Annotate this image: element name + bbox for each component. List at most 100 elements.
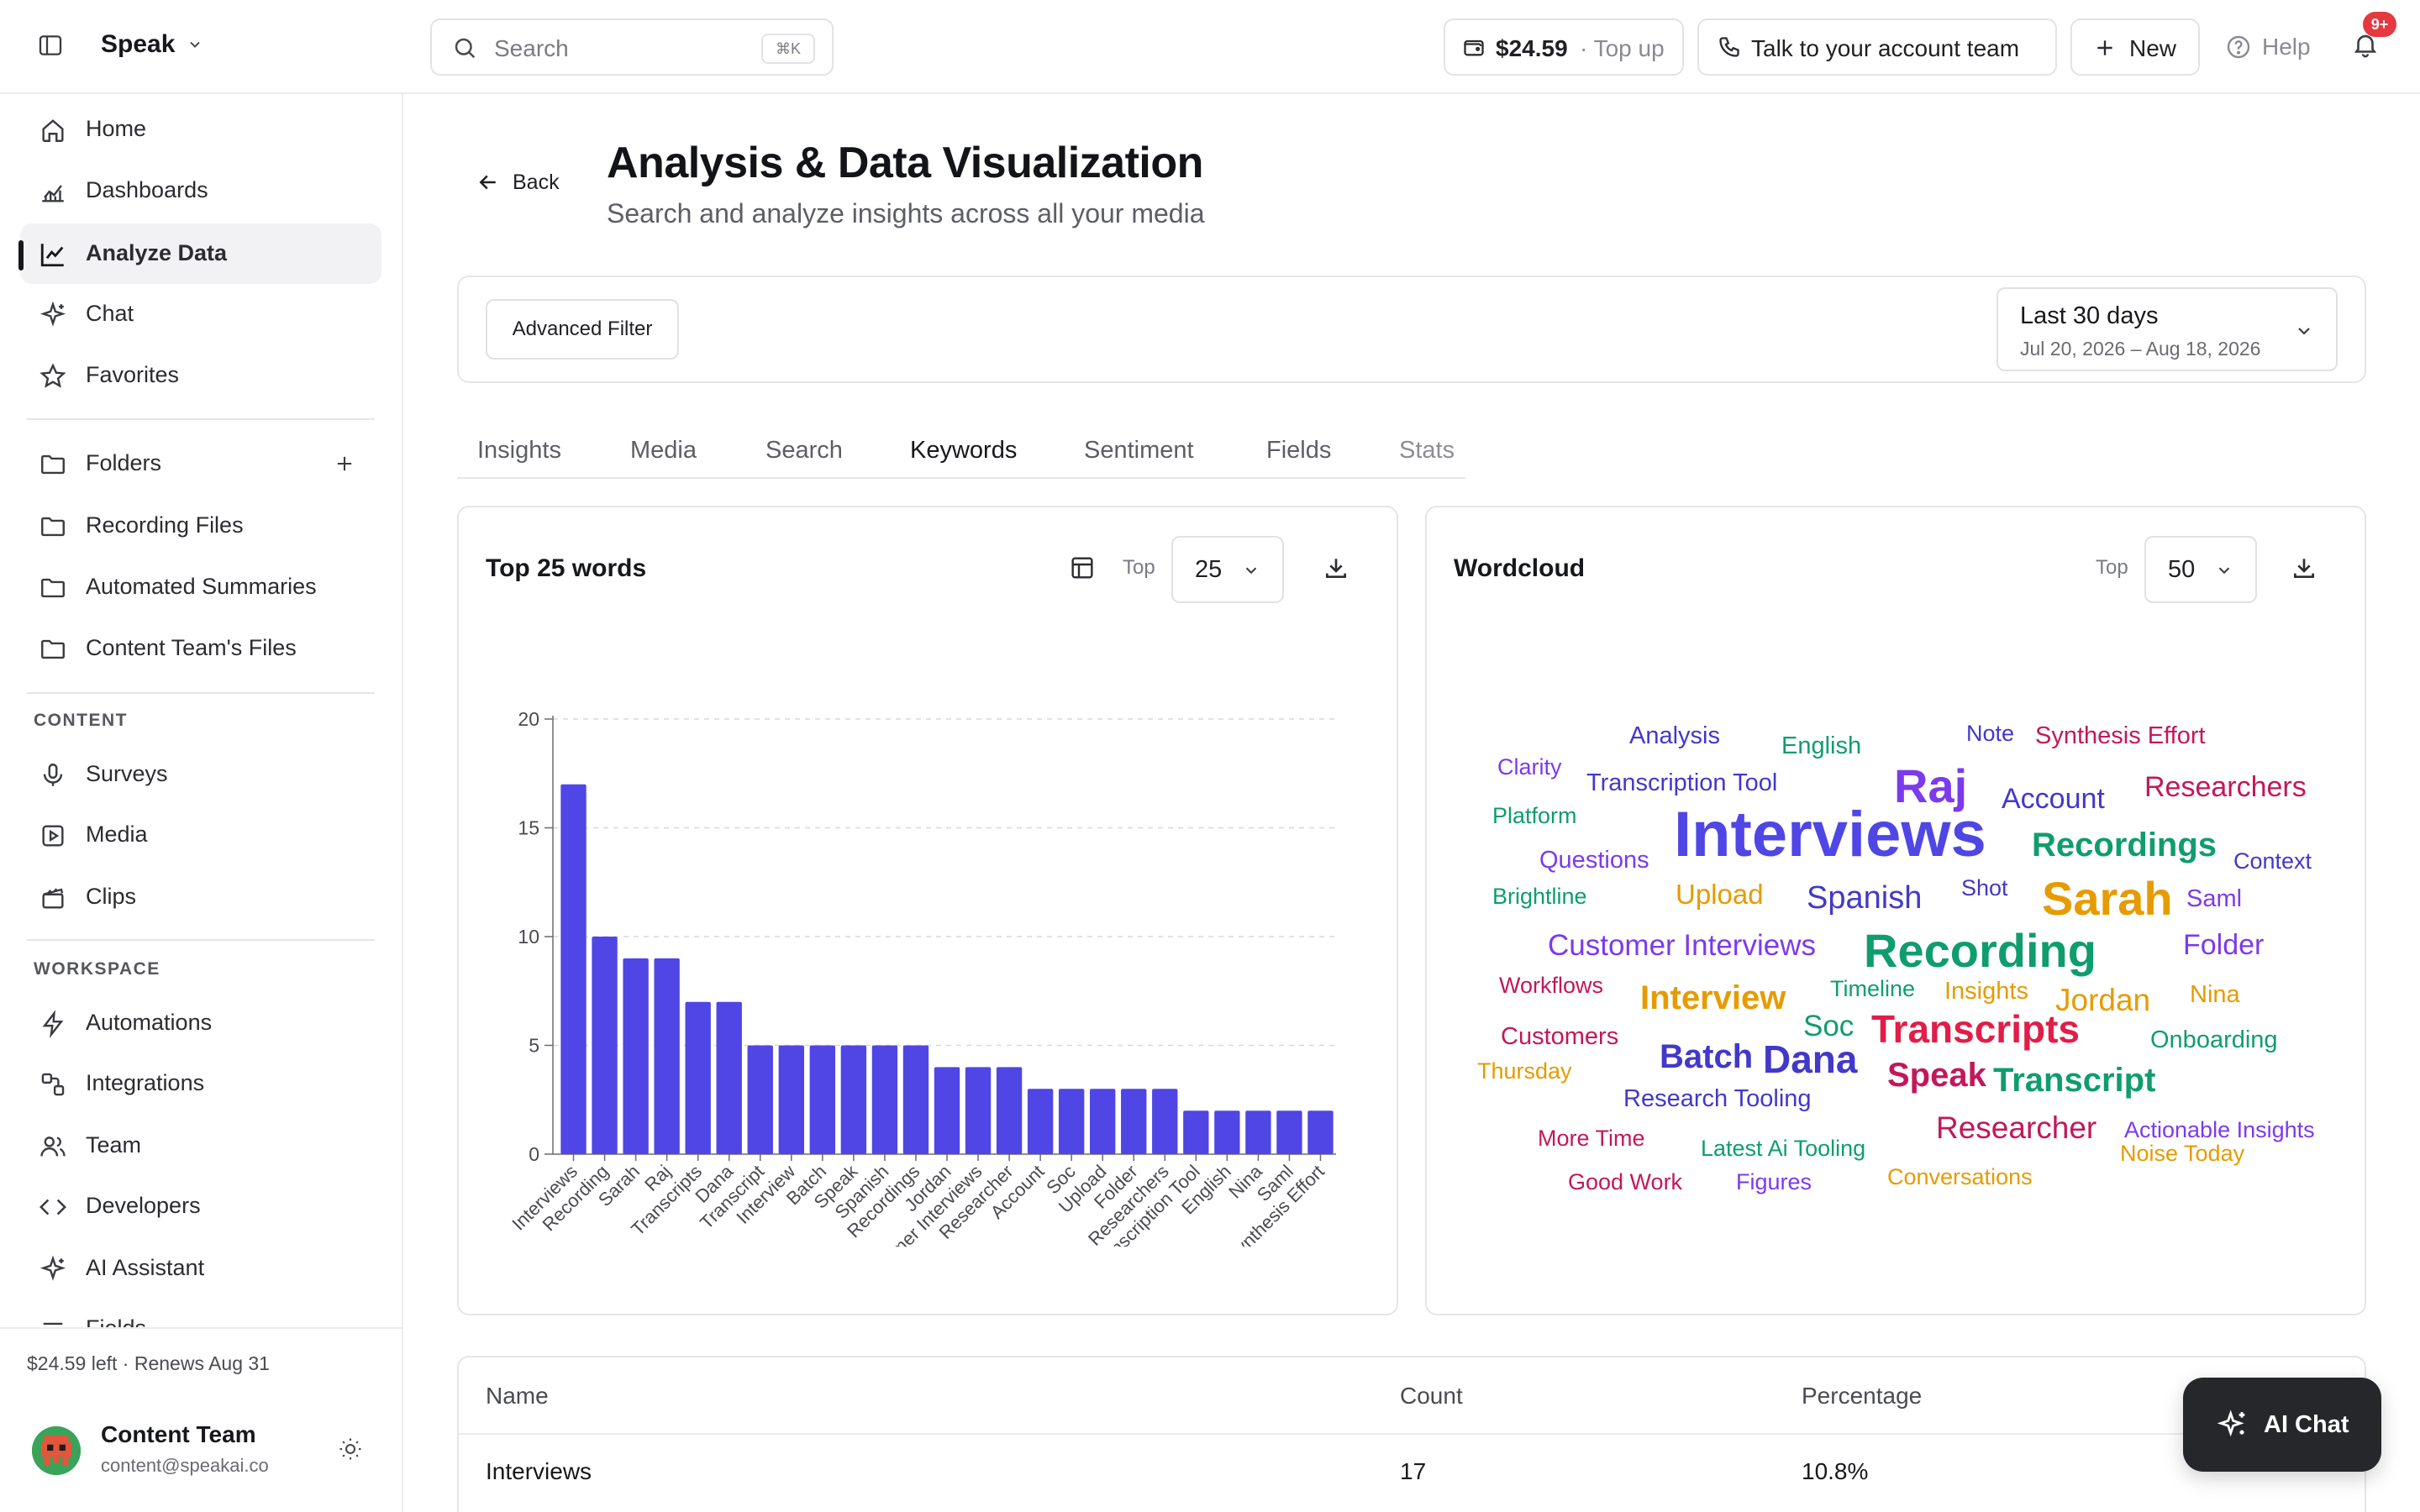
wordcloud-word[interactable]: Actionable Insights	[2124, 1119, 2315, 1142]
page-title: Analysis & Data Visualization	[607, 139, 1203, 187]
wordcloud-word[interactable]: Researchers	[2144, 773, 2307, 801]
wordcloud-word[interactable]: Onboarding	[2150, 1028, 2278, 1053]
add-folder-icon[interactable]	[333, 452, 356, 475]
sidebar-item-folder[interactable]: Content Team's Files	[20, 618, 381, 679]
wordcloud-word[interactable]: Shot	[1961, 877, 2008, 900]
wordcloud-word[interactable]: Clarity	[1497, 756, 1562, 779]
sidebar-item-ai-assistant[interactable]: AI Assistant	[20, 1238, 381, 1299]
tab-insights[interactable]: Insights	[477, 437, 561, 465]
tab-media[interactable]: Media	[630, 437, 697, 465]
wordcloud-word[interactable]: Customers	[1501, 1025, 1618, 1049]
sidebar-item-home[interactable]: Home	[20, 99, 381, 160]
sidebar-item-surveys[interactable]: Surveys	[20, 744, 381, 805]
balance-topup-button[interactable]: $24.59 · Top up	[1444, 18, 1684, 76]
ai-chat-button[interactable]: AI Chat	[2183, 1378, 2381, 1472]
bar	[1245, 1110, 1271, 1154]
wordcloud-word[interactable]: Questions	[1539, 848, 1649, 873]
wordcloud-word[interactable]: Timeline	[1830, 978, 1915, 1000]
sidebar-item-dashboards[interactable]: Dashboards	[20, 160, 381, 221]
wordcloud-word[interactable]: Soc	[1803, 1011, 1854, 1041]
table-view-icon[interactable]	[1069, 554, 1096, 581]
dashboard-icon	[39, 177, 67, 206]
sidebar-item-favorites[interactable]: Favorites	[20, 345, 381, 406]
wordcloud-word[interactable]: Folder	[2183, 931, 2264, 959]
wordcloud-word[interactable]: Transcripts	[1871, 1010, 2080, 1048]
wordcloud-word[interactable]: Sarah	[2042, 875, 2173, 922]
wordcloud-word[interactable]: Upload	[1676, 880, 1764, 908]
wordcloud-word[interactable]: Transcript	[1993, 1063, 2155, 1097]
wordcloud-word[interactable]: Latest Ai Tooling	[1701, 1137, 1865, 1160]
wordcloud-word[interactable]: More Time	[1538, 1127, 1645, 1150]
wordcloud-word[interactable]: Research Tooling	[1623, 1087, 1812, 1111]
wordcloud-word[interactable]: Conversations	[1887, 1166, 2033, 1189]
sidebar-item-integrations[interactable]: Integrations	[20, 1053, 381, 1114]
wordcloud-word[interactable]: Transcription Tool	[1586, 771, 1777, 795]
download-icon[interactable]	[1323, 554, 1349, 581]
table-cell-count: 17	[1400, 1458, 1427, 1484]
wordcloud-word[interactable]: Workflows	[1499, 974, 1603, 997]
search-input[interactable]: Search ⌘K	[430, 18, 834, 76]
top-count-select[interactable]: 25	[1171, 536, 1284, 603]
wordcloud-word[interactable]: Spanish	[1807, 882, 1922, 914]
user-name: Content Team	[101, 1421, 256, 1447]
tab-keywords[interactable]: Keywords	[910, 437, 1017, 465]
advanced-filter-button[interactable]: Advanced Filter	[486, 299, 679, 360]
sidebar-item-folder[interactable]: Automated Summaries	[20, 557, 381, 617]
sidebar-item-developers[interactable]: Developers	[20, 1176, 381, 1236]
back-button[interactable]: Back	[476, 170, 560, 195]
wordcloud-word[interactable]: Figures	[1736, 1171, 1812, 1194]
sidebar-item-media[interactable]: Media	[20, 805, 381, 865]
wordcloud-word[interactable]: Recording	[1864, 927, 2096, 974]
wordcloud: Analysis English Note Synthesis Effort Clari…	[1427, 507, 2365, 1314]
tab-search[interactable]: Search	[765, 437, 843, 465]
wordcloud-word[interactable]: Good Work	[1568, 1171, 1682, 1194]
workspace-switcher[interactable]: Speak	[101, 30, 203, 59]
wordcloud-word[interactable]: Speak	[1887, 1058, 1986, 1092]
new-button[interactable]: New	[2070, 18, 2200, 76]
wordcloud-word[interactable]: Batch	[1660, 1040, 1753, 1074]
tab-stats[interactable]: Stats	[1399, 437, 1455, 465]
sidebar-item-team[interactable]: Team	[20, 1116, 381, 1176]
sidebar-toggle-icon[interactable]	[37, 32, 64, 59]
sidebar-item-fields[interactable]: Fields	[20, 1299, 381, 1327]
sidebar-item-clips[interactable]: Clips	[20, 867, 381, 927]
wordcloud-word[interactable]: Interviews	[1674, 803, 1986, 867]
wordcloud-word[interactable]: Saml	[2186, 887, 2242, 911]
sidebar-item-automations[interactable]: Automations	[20, 993, 381, 1053]
brand-name: Speak	[101, 30, 176, 58]
wordcloud-word[interactable]: Brightline	[1492, 885, 1587, 908]
sidebar-item-folder[interactable]: Recording Files	[20, 496, 381, 556]
wordcloud-word[interactable]: Account	[2002, 785, 2105, 813]
wordcloud-word[interactable]: Noise Today	[2120, 1142, 2244, 1165]
column-header-count[interactable]: Count	[1400, 1383, 1463, 1410]
wordcloud-word[interactable]: Dana	[1763, 1040, 1857, 1079]
avatar[interactable]	[32, 1426, 81, 1475]
wordcloud-word[interactable]: Note	[1966, 722, 2014, 745]
wordcloud-word[interactable]: Analysis	[1629, 724, 1720, 748]
wordcloud-word[interactable]: Synthesis Effort	[2035, 724, 2206, 748]
wordcloud-word[interactable]: Customer Interviews	[1548, 931, 1816, 960]
sidebar-item-analyze-data[interactable]: Analyze Data	[20, 223, 381, 284]
wordcloud-word[interactable]: Interview	[1640, 981, 1786, 1015]
talk-to-account-team-button[interactable]: Talk to your account team	[1697, 18, 2057, 76]
wordcloud-word[interactable]: Nina	[2190, 983, 2240, 1007]
bar	[747, 1045, 773, 1154]
wordcloud-word[interactable]: Recordings	[2032, 828, 2217, 862]
chevron-down-icon	[2294, 321, 2314, 341]
tab-sentiment[interactable]: Sentiment	[1084, 437, 1194, 465]
row-divider	[459, 1433, 2365, 1435]
wordcloud-word[interactable]: Researcher	[1936, 1112, 2096, 1143]
date-range-select[interactable]: Last 30 days Jul 20, 2026 – Aug 18, 2026	[1996, 287, 2338, 371]
column-header-name[interactable]: Name	[486, 1383, 549, 1410]
column-header-percentage[interactable]: Percentage	[1802, 1383, 1922, 1410]
wordcloud-word[interactable]: Thursday	[1477, 1060, 1572, 1083]
wordcloud-word[interactable]: Insights	[1944, 979, 2028, 1004]
sidebar-item-chat[interactable]: Chat	[20, 284, 381, 344]
wordcloud-word[interactable]: Platform	[1492, 805, 1577, 827]
ai-chat-label: AI Chat	[2264, 1410, 2349, 1438]
wordcloud-word[interactable]: Context	[2233, 850, 2312, 873]
sidebar-item-folders[interactable]: Folders	[20, 433, 381, 494]
theme-toggle-icon[interactable]	[338, 1436, 363, 1462]
wordcloud-word[interactable]: English	[1781, 734, 1861, 759]
tab-fields[interactable]: Fields	[1266, 437, 1331, 465]
